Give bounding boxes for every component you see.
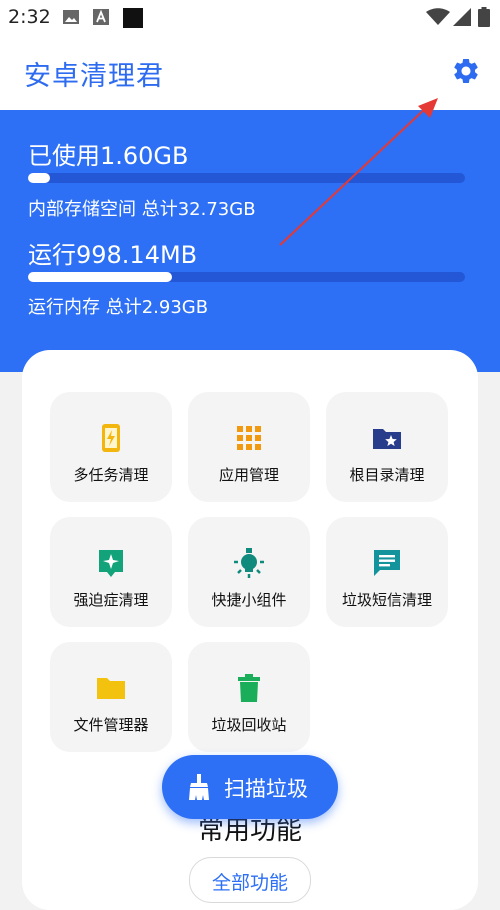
- tile-label: 应用管理: [218, 466, 279, 484]
- apps-grid-icon: [237, 426, 261, 450]
- wifi-icon: [426, 8, 450, 25]
- folder-star-icon: [373, 429, 401, 449]
- broom-icon: [189, 774, 209, 800]
- tool-multitask-clean[interactable]: 多任务清理: [50, 392, 172, 502]
- settings-gear-icon[interactable]: [451, 56, 481, 86]
- storage-progress-fill: [28, 173, 50, 183]
- app-title: 安卓清理君: [24, 61, 164, 92]
- memory-progress-bar: [28, 272, 465, 282]
- tile-label: 多任务清理: [73, 466, 149, 484]
- tile-label: 根目录清理: [349, 466, 425, 484]
- scan-junk-label: 扫描垃圾: [224, 777, 308, 801]
- memory-total-label: 运行内存 总计2.93GB: [28, 297, 209, 318]
- trash-icon: [238, 674, 260, 702]
- tool-spam-sms-clean[interactable]: 垃圾短信清理: [326, 517, 448, 627]
- storage-total-label: 内部存储空间 总计32.73GB: [28, 199, 256, 220]
- tool-app-manager[interactable]: 应用管理: [188, 392, 310, 502]
- phone-charge-icon: [102, 424, 120, 452]
- tool-ocd-clean[interactable]: 强迫症清理: [50, 517, 172, 627]
- annotation-arrow-icon: [279, 98, 438, 246]
- battery-icon: [478, 7, 490, 27]
- sparkle-badge-icon: [99, 550, 123, 577]
- all-functions-button[interactable]: 全部功能: [189, 857, 311, 903]
- scan-junk-button[interactable]: 扫描垃圾: [162, 755, 338, 819]
- memory-used-label: 运行998.14MB: [28, 241, 198, 269]
- tool-root-clean[interactable]: 根目录清理: [326, 392, 448, 502]
- tile-label: 强迫症清理: [73, 591, 149, 609]
- signal-icon: [453, 8, 471, 26]
- tile-label: 文件管理器: [73, 716, 149, 734]
- all-functions-label: 全部功能: [211, 872, 288, 894]
- storage-used-label: 已使用1.60GB: [28, 142, 189, 170]
- image-icon: [63, 10, 79, 24]
- lightbulb-icon: [234, 548, 264, 578]
- status-time: 2:32: [8, 6, 51, 28]
- tool-file-manager[interactable]: 文件管理器: [50, 642, 172, 752]
- tile-label: 快捷小组件: [211, 591, 287, 609]
- notification-square-icon: [123, 8, 143, 28]
- font-icon: [93, 9, 109, 25]
- memory-progress-fill: [28, 272, 173, 282]
- tile-label: 垃圾回收站: [211, 716, 287, 734]
- status-bar: 2:32: [0, 0, 500, 34]
- message-icon: [374, 550, 400, 576]
- tool-recycle-bin[interactable]: 垃圾回收站: [188, 642, 310, 752]
- folder-icon: [97, 678, 125, 699]
- tool-quick-widget[interactable]: 快捷小组件: [188, 517, 310, 627]
- tile-label: 垃圾短信清理: [341, 591, 432, 609]
